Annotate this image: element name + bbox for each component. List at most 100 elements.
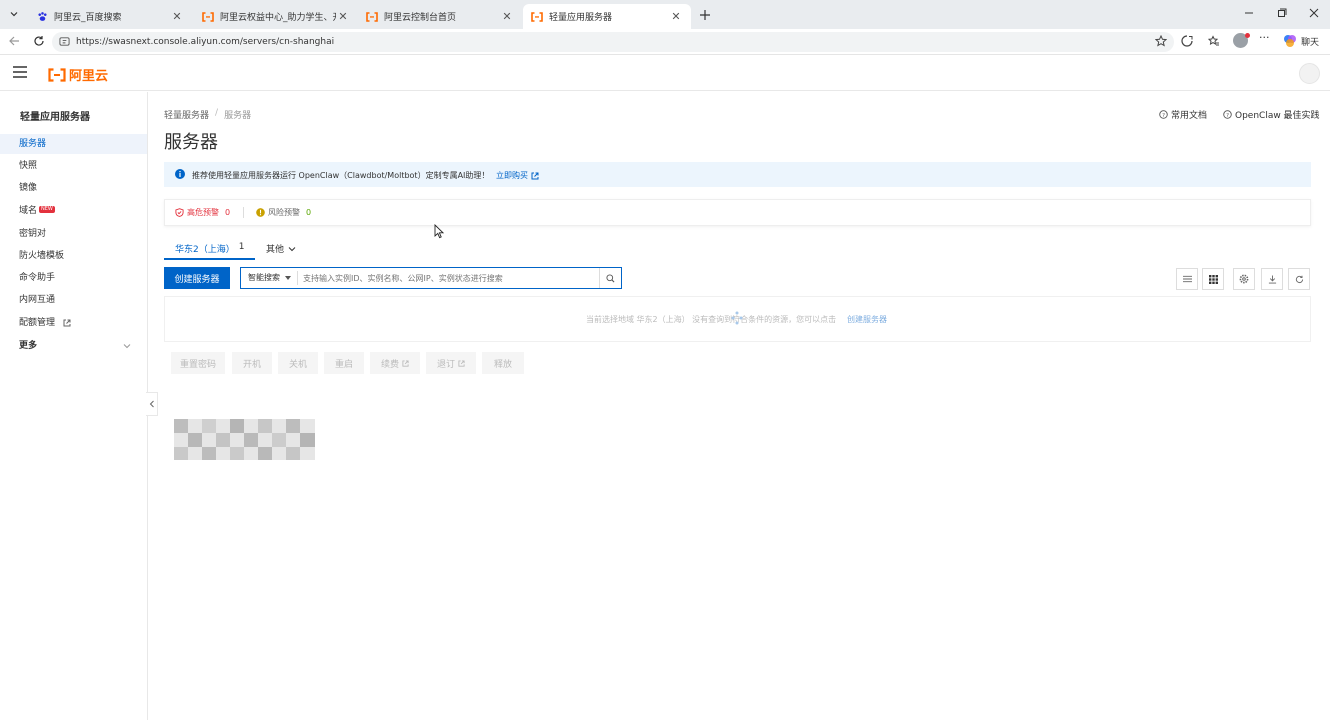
divider (243, 207, 244, 218)
chevron-left-icon (149, 400, 155, 408)
create-server-button[interactable]: 创建服务器 (164, 267, 230, 289)
aliyun-logo[interactable]: 阿里云 (48, 65, 108, 84)
renew-button[interactable]: 续费 (370, 352, 420, 374)
docs-link-label: 常用文档 (1171, 111, 1208, 121)
risk-alert[interactable]: 风险预警 0 (256, 207, 311, 218)
chevron-down-icon (288, 246, 296, 252)
action-label: 重置密码 (179, 359, 216, 370)
reset-password-button[interactable]: 重置密码 (171, 352, 225, 374)
loading-spinner-icon (731, 311, 743, 325)
buy-now-link[interactable]: 立即购买 (496, 170, 539, 181)
browser-tab-bar: 阿里云_百度搜索 ✕ 阿里云权益中心_助力学生、开发者 ✕ 阿里云控制台首页 ✕… (0, 0, 1330, 29)
region-tab-label: 华东2（上海） (175, 245, 235, 255)
download-button[interactable] (1261, 268, 1283, 290)
best-practice-link[interactable]: ? OpenClaw 最佳实践 (1223, 108, 1320, 121)
logo-text: 阿里云 (69, 69, 109, 84)
svg-text:?: ? (1226, 113, 1229, 119)
external-link-icon (402, 359, 409, 367)
external-link-icon (458, 359, 465, 367)
close-window-icon[interactable] (1309, 8, 1319, 18)
sidebar-item-quota[interactable]: 配额管理 (0, 313, 147, 333)
browser-tab[interactable]: 阿里云权益中心_助力学生、开发者 ✕ (194, 4, 358, 29)
new-tab-plus-icon[interactable] (697, 7, 713, 23)
search-input[interactable] (303, 269, 595, 287)
search-button[interactable] (599, 268, 621, 288)
browser-tab[interactable]: 阿里云_百度搜索 ✕ (28, 4, 192, 29)
more-menu-icon[interactable]: ··· (1259, 31, 1270, 44)
aliyun-logo-icon (366, 11, 378, 23)
user-avatar[interactable] (1299, 63, 1320, 84)
breadcrumb-item[interactable]: 轻量服务器 (164, 108, 209, 121)
browser-tab-active[interactable]: 轻量应用服务器 ✕ (523, 4, 691, 29)
gear-icon (1239, 274, 1249, 284)
chat-label: 聊天 (1301, 37, 1320, 48)
action-label: 续费 (380, 359, 399, 370)
close-tab-icon[interactable]: ✕ (500, 10, 514, 23)
browser-tab[interactable]: 阿里云控制台首页 ✕ (358, 4, 522, 29)
stop-button[interactable]: 关机 (278, 352, 318, 374)
extension-icon[interactable] (1181, 35, 1193, 47)
sidebar-item-label: 更多 (19, 341, 38, 351)
sidebar-item-servers[interactable]: 服务器 (0, 134, 147, 154)
close-tab-icon[interactable]: ✕ (336, 10, 350, 23)
close-tab-icon[interactable]: ✕ (669, 10, 683, 23)
download-icon (1268, 274, 1277, 284)
close-tab-icon[interactable]: ✕ (170, 10, 184, 23)
tab-title: 阿里云_百度搜索 (54, 13, 122, 23)
grid-icon (1208, 274, 1218, 284)
search-mode-select[interactable]: 智能搜索 (248, 272, 291, 283)
action-label: 退订 (436, 359, 455, 370)
unsubscribe-button[interactable]: 退订 (426, 352, 476, 374)
restart-button[interactable]: 重启 (324, 352, 364, 374)
breadcrumb: 轻量服务器 / 服务器 (164, 108, 251, 121)
high-risk-alert[interactable]: 高危预警 0 (175, 207, 230, 218)
site-info-icon[interactable] (59, 36, 70, 47)
collapse-sidebar-button[interactable] (146, 392, 158, 416)
risk-label: 风险预警 (268, 208, 300, 217)
list-view-button[interactable] (1176, 268, 1198, 290)
sidebar-item-firewall-templates[interactable]: 防火墙模板 (0, 246, 147, 266)
favorite-star-icon[interactable] (1155, 35, 1167, 47)
empty-create-link[interactable]: 创建服务器 (847, 314, 887, 325)
release-button[interactable]: 释放 (482, 352, 524, 374)
alert-summary (164, 199, 1311, 226)
breadcrumb-item: 服务器 (224, 111, 252, 121)
sidebar-item-command-assistant[interactable]: 命令助手 (0, 268, 147, 288)
back-arrow-icon[interactable] (8, 35, 20, 47)
settings-button[interactable] (1233, 268, 1255, 290)
sidebar-item-snapshots[interactable]: 快照 (0, 156, 147, 176)
new-badge: NEW (39, 206, 55, 213)
hamburger-menu-icon[interactable] (13, 66, 27, 78)
sidebar-item-label: 镜像 (19, 183, 38, 193)
sidebar-item-images[interactable]: 镜像 (0, 178, 147, 198)
region-tab-count: 1 (238, 242, 245, 252)
sidebar-item-label: 密钥对 (19, 229, 47, 239)
sidebar-item-domains[interactable]: 域名 NEW (0, 201, 147, 221)
docs-link[interactable]: ? 常用文档 (1159, 108, 1207, 121)
sidebar-title: 轻量应用服务器 (20, 112, 90, 123)
sidebar-item-keypairs[interactable]: 密钥对 (0, 224, 147, 244)
start-button[interactable]: 开机 (232, 352, 272, 374)
reload-icon[interactable] (33, 35, 45, 47)
action-label: 开机 (242, 359, 261, 370)
url-text: https://swasnext.console.aliyun.com/serv… (76, 37, 335, 47)
card-view-button[interactable] (1202, 268, 1224, 290)
sidebar-item-intranet[interactable]: 内网互通 (0, 290, 147, 310)
caret-down-icon (285, 275, 291, 280)
minimize-window-icon[interactable] (1244, 8, 1254, 18)
tab-list-chevron-icon[interactable] (6, 6, 22, 22)
tab-other-regions[interactable]: 其他 (266, 242, 296, 255)
sidebar-item-label: 防火墙模板 (19, 251, 65, 261)
restore-window-icon[interactable] (1277, 8, 1287, 18)
tab-region-shanghai[interactable]: 华东2（上海） 1 (175, 242, 244, 255)
favorites-icon[interactable] (1208, 35, 1220, 47)
high-risk-count: 0 (225, 208, 231, 217)
breadcrumb-separator: / (215, 108, 219, 118)
shield-icon (175, 208, 184, 217)
loading-skeleton (174, 419, 315, 460)
sidebar-item-label: 配额管理 (19, 318, 56, 328)
refresh-button[interactable] (1288, 268, 1310, 290)
tab-title: 阿里云权益中心_助力学生、开发者 (220, 13, 336, 23)
copilot-chat-button[interactable]: 聊天 (1283, 34, 1319, 48)
tab-title: 轻量应用服务器 (549, 13, 613, 23)
